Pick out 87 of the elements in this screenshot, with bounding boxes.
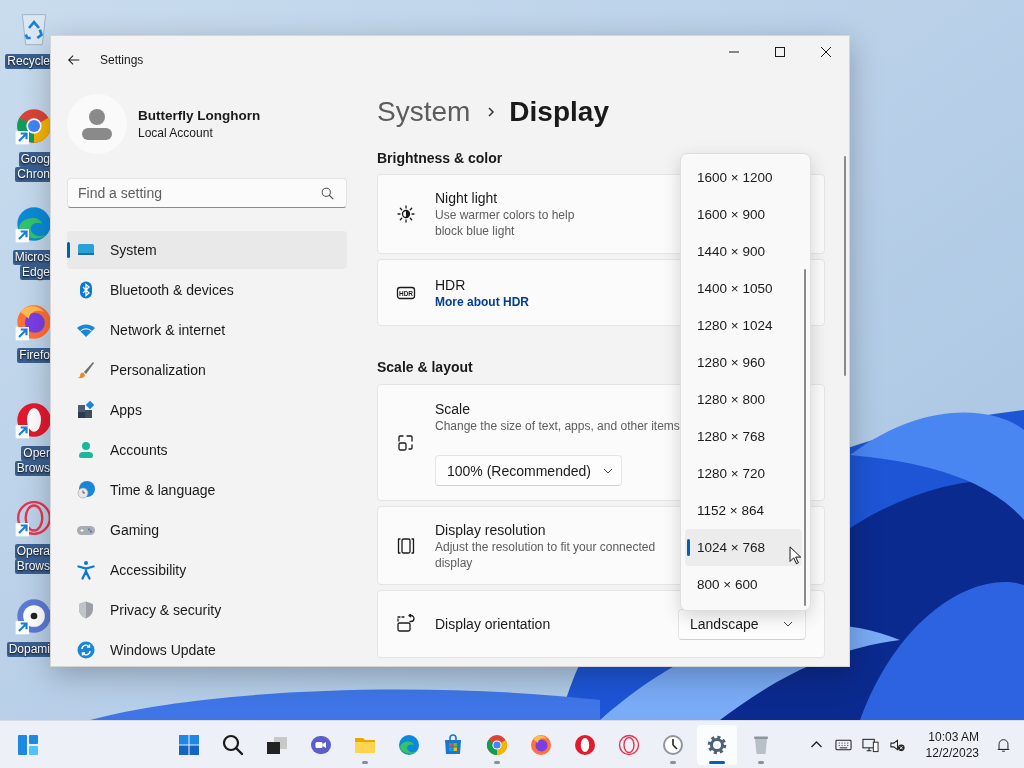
page-title: Display — [509, 95, 609, 129]
avatar-icon[interactable] — [67, 94, 127, 154]
link[interactable]: More about HDR — [435, 293, 529, 310]
accessibility-icon — [76, 560, 96, 580]
setting-title: HDR — [435, 275, 466, 294]
chevron-icon — [486, 105, 497, 119]
breadcrumb-link[interactable]: System — [377, 94, 471, 130]
globe-clock-icon — [76, 480, 96, 500]
sidebar-item[interactable]: Network & internet — [67, 311, 347, 349]
start-icon — [177, 732, 201, 757]
sidebar-item[interactable]: Windows Update — [67, 631, 347, 666]
setting-title: Display resolution — [435, 520, 546, 539]
back-arrow-icon — [67, 53, 81, 67]
menu-item[interactable]: 1600 × 900 — [685, 196, 802, 233]
menu-item[interactable]: 1440 × 900 — [685, 233, 802, 270]
desktop-icon-label: Recycle — [5, 54, 52, 69]
notification-icon[interactable] — [995, 736, 1012, 753]
apps-icon — [76, 400, 96, 420]
shield-icon — [76, 600, 96, 620]
menu-item[interactable]: 1280 × 720 — [685, 455, 802, 492]
brush-icon — [76, 360, 96, 380]
person-icon — [76, 440, 96, 460]
screen-brackets-icon — [396, 535, 416, 556]
sidebar-item[interactable]: System — [67, 231, 347, 269]
desktop-icon-label: Firefo — [17, 348, 52, 363]
cursor-icon — [789, 546, 802, 566]
sun-icon — [396, 204, 416, 224]
monitor-network-icon[interactable] — [861, 736, 879, 753]
setting-description: Use warmer colors to help block blue light — [435, 207, 576, 239]
browser-icon — [397, 732, 421, 757]
section-heading: Brightness & color — [377, 149, 503, 168]
ring-icon[interactable] — [14, 400, 50, 440]
sidebar-item[interactable]: Bluetooth & devices — [67, 271, 347, 309]
clock-time[interactable]: 10:03 AM — [928, 728, 979, 745]
sidebar-item[interactable]: Personalization — [67, 351, 347, 389]
setting-title: Display orientation — [435, 615, 551, 633]
clock-icon — [661, 732, 685, 757]
speaker-muted-icon[interactable] — [888, 736, 906, 753]
sidebar-item[interactable]: Time & language — [67, 471, 347, 509]
desktop-icon-label: Dopami — [6, 642, 52, 657]
sidebar-item[interactable]: Gaming — [67, 511, 347, 549]
ring-icon — [573, 732, 597, 757]
account-type: Local Account — [138, 126, 214, 140]
menu-item[interactable]: 1600 × 1200 — [685, 159, 802, 196]
sidebar-item[interactable]: Accounts — [67, 431, 347, 469]
close-icon — [821, 47, 831, 57]
menu-item[interactable]: 1280 × 768 — [685, 418, 802, 455]
dropdown[interactable]: 100% (Recommended) — [435, 455, 622, 486]
menu-item[interactable]: 1280 × 1024 — [685, 307, 802, 344]
chevron-down-icon — [783, 621, 793, 627]
setting-description: Change the size of text, apps, and other items — [435, 418, 680, 434]
rotate-screen-icon — [396, 614, 416, 634]
search-icon — [221, 732, 245, 757]
maximize-icon — [775, 47, 785, 57]
scrollbar-thumb[interactable] — [804, 269, 806, 606]
browser-icon — [485, 732, 509, 757]
clock-date[interactable]: 12/2/2023 — [925, 744, 979, 761]
setting-description: Adjust the resolution to fit your connected display — [435, 538, 657, 571]
menu-item[interactable]: 1024 × 768 — [685, 529, 802, 566]
desktop-icon-label: Chron — [15, 167, 52, 182]
menu-item[interactable]: 1280 × 960 — [685, 344, 802, 381]
window-title: Settings — [100, 53, 144, 67]
resize-icon — [396, 433, 416, 453]
menu-item[interactable]: 1280 × 800 — [685, 381, 802, 418]
user-name: Butterfly Longhorn — [138, 108, 261, 123]
ring-icon — [617, 732, 641, 757]
chevron-down-icon — [602, 467, 613, 474]
setting-title: Scale — [435, 400, 471, 418]
sidebar-item[interactable]: Privacy & security — [67, 591, 347, 629]
browser-icon — [529, 732, 553, 757]
scrollbar[interactable] — [844, 156, 846, 376]
sidebar-item[interactable]: Accessibility — [67, 551, 347, 589]
widgets-icon — [16, 732, 40, 757]
browser-icon[interactable] — [14, 106, 50, 146]
sidebar-item[interactable]: Apps — [67, 391, 347, 429]
browser-icon[interactable] — [14, 204, 50, 244]
section-heading: Scale & layout — [377, 358, 473, 377]
menu-item[interactable]: 800 × 600 — [685, 566, 802, 603]
menu-item[interactable]: 1400 × 1050 — [685, 270, 802, 307]
refresh-icon — [76, 640, 96, 660]
setting-title: Night light — [435, 189, 498, 207]
search-field[interactable]: Find a setting — [67, 178, 347, 208]
search-icon — [321, 187, 334, 200]
desktop-icon-label: Oper — [21, 446, 52, 461]
menu-item[interactable]: 1152 × 864 — [685, 492, 802, 529]
taskbar-button[interactable] — [697, 724, 737, 765]
browser-icon[interactable] — [14, 302, 50, 342]
